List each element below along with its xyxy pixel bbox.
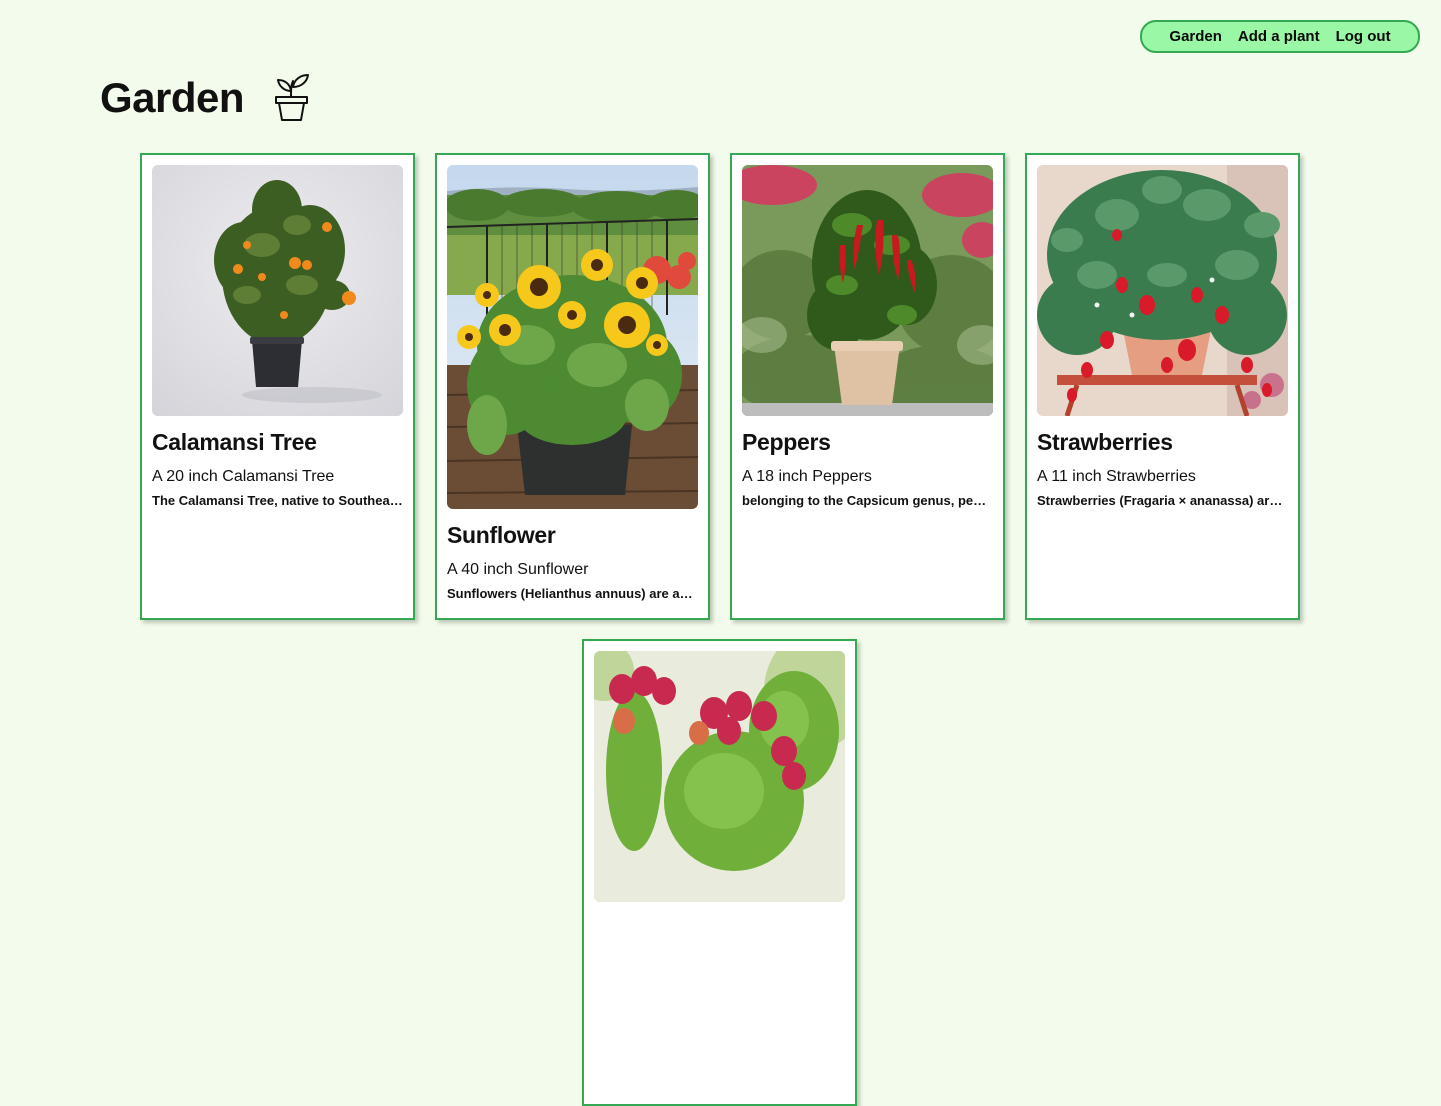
plant-size: A 40 inch Sunflower [447,561,589,578]
page-title: Garden [100,74,245,121]
nav-link-logout[interactable]: Log out [1336,28,1391,45]
plant-name: Calamansi Tree [152,429,317,455]
plant-size: A 18 inch Peppers [742,468,872,485]
top-nav: Garden Add a plant Log out [1140,20,1420,53]
plant-description: The Calamansi Tree, native to Southeast … [152,493,403,508]
plant-size: A 20 inch Calamansi Tree [152,468,335,485]
plant-photo-calamansi [152,165,403,416]
plant-photo-strawberries [1037,165,1288,416]
plant-name: Peppers [742,429,831,455]
plant-photo-peppers [742,165,993,416]
nav-link-garden[interactable]: Garden [1169,28,1222,45]
nav-link-add-plant[interactable]: Add a plant [1238,28,1320,45]
potted-sprout-icon [275,74,309,121]
plant-size: A 11 inch Strawberries [1037,468,1196,485]
plant-card[interactable]: Calamansi Tree A 20 inch Calamansi Tree … [140,153,415,620]
plant-card[interactable]: Sunflower A 40 inch Sunflower Sunflowers… [435,153,710,620]
plant-photo-cactus [594,651,845,902]
plant-description: Sunflowers (Helianthus annuus) are annua… [447,586,698,601]
plant-card[interactable]: Strawberries A 11 inch Strawberries Stra… [1025,153,1300,620]
plant-name: Sunflower [447,522,556,548]
plant-name: Strawberries [1037,429,1173,455]
plant-card[interactable] [582,639,857,1106]
plant-card[interactable]: Peppers A 18 inch Peppers belonging to t… [730,153,1005,620]
plant-description: belonging to the Capsicum genus, peppers… [742,493,993,508]
plant-description: Strawberries (Fragaria × ananassa) are p… [1037,493,1288,508]
plant-photo-sunflower [447,165,698,509]
